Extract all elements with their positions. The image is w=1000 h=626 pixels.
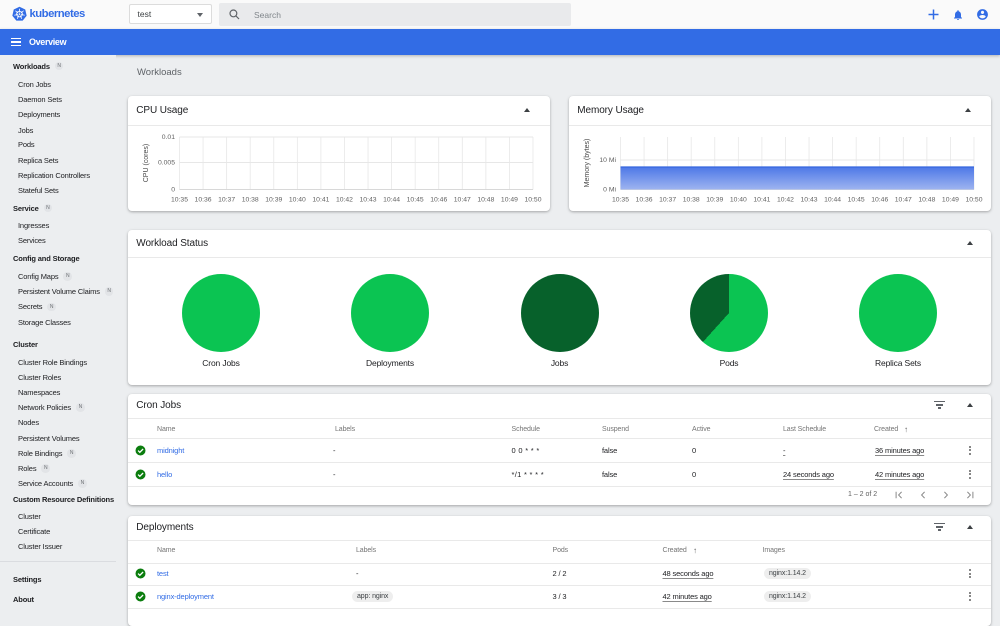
svg-text:10:41: 10:41 [312, 197, 329, 204]
svg-text:10:36: 10:36 [195, 197, 212, 204]
svg-text:10:44: 10:44 [383, 197, 400, 204]
svg-text:10:40: 10:40 [730, 197, 747, 204]
svg-text:10:46: 10:46 [871, 197, 888, 204]
svg-text:10:45: 10:45 [407, 197, 424, 204]
svg-text:10:35: 10:35 [171, 197, 188, 204]
svg-text:0 Mi: 0 Mi [603, 187, 616, 194]
svg-text:10:39: 10:39 [706, 197, 723, 204]
svg-text:10:50: 10:50 [524, 197, 541, 204]
svg-text:0: 0 [171, 187, 175, 194]
svg-text:10:37: 10:37 [218, 197, 235, 204]
svg-text:10:41: 10:41 [753, 197, 770, 204]
svg-text:10:42: 10:42 [336, 197, 353, 204]
svg-text:10:36: 10:36 [636, 197, 653, 204]
svg-text:10:50: 10:50 [965, 197, 982, 204]
svg-text:10:49: 10:49 [501, 197, 518, 204]
svg-text:10:38: 10:38 [242, 197, 259, 204]
svg-text:10:44: 10:44 [824, 197, 841, 204]
svg-text:Memory (bytes): Memory (bytes) [584, 139, 591, 188]
svg-text:10:39: 10:39 [265, 197, 282, 204]
svg-text:10:48: 10:48 [918, 197, 935, 204]
svg-text:10:47: 10:47 [454, 197, 471, 204]
svg-text:10:42: 10:42 [777, 197, 794, 204]
svg-text:10:43: 10:43 [360, 197, 377, 204]
svg-text:10:48: 10:48 [477, 197, 494, 204]
svg-text:CPU (cores): CPU (cores) [143, 144, 150, 183]
svg-text:10:40: 10:40 [289, 197, 306, 204]
svg-text:0.01: 0.01 [162, 134, 175, 141]
svg-text:10 Mi: 10 Mi [599, 157, 616, 164]
svg-text:10:35: 10:35 [612, 197, 629, 204]
svg-text:10:37: 10:37 [659, 197, 676, 204]
svg-text:10:46: 10:46 [430, 197, 447, 204]
svg-text:10:38: 10:38 [683, 197, 700, 204]
svg-text:0.005: 0.005 [158, 160, 175, 167]
svg-text:10:47: 10:47 [895, 197, 912, 204]
svg-text:10:45: 10:45 [848, 197, 865, 204]
svg-text:10:49: 10:49 [942, 197, 959, 204]
svg-text:10:43: 10:43 [801, 197, 818, 204]
